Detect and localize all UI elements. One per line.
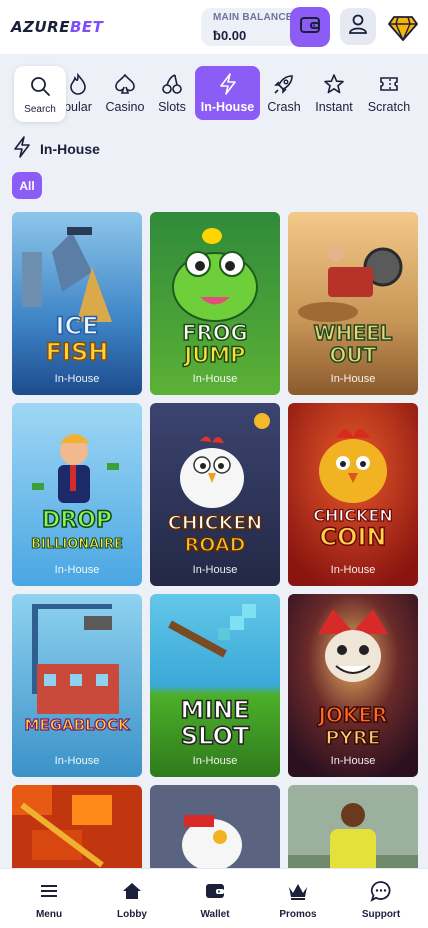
game-tag: In-House: [192, 564, 238, 576]
category-label: Scratch: [367, 100, 411, 114]
nav-wallet[interactable]: Wallet: [180, 879, 250, 920]
lightning-icon: [214, 70, 242, 98]
top-bar: AZUREBET MAIN BALANCE ƀ0.00: [0, 0, 428, 54]
nav-label: Lobby: [117, 909, 147, 920]
game-art-wheel-out: WHEEL OUT: [288, 212, 418, 395]
game-title-line2: ROAD: [185, 534, 246, 556]
category-label: Instant: [315, 100, 353, 114]
cherries-icon: [158, 70, 186, 98]
game-title-line2: OUT: [330, 343, 377, 367]
category-label: Casino: [105, 100, 145, 114]
vip-diamond-icon[interactable]: [387, 12, 419, 44]
game-title-line1: MINE: [180, 696, 249, 724]
game-art-drop-the-billionaire: DROP BILLIONAIRE: [12, 403, 142, 586]
nav-menu[interactable]: Menu: [14, 879, 84, 920]
flame-icon: [64, 70, 92, 98]
game-art-chicken-road: CHICKEN ROAD: [150, 403, 280, 586]
category-crash[interactable]: Crash: [264, 66, 304, 120]
game-tag: In-House: [54, 373, 100, 385]
search-button[interactable]: Search: [14, 66, 66, 122]
spade-icon: [111, 70, 139, 98]
nav-label: Support: [361, 909, 401, 920]
category-in-house[interactable]: In-House: [195, 66, 260, 120]
nav-promos[interactable]: Promos: [263, 879, 333, 920]
balance-value: ƀ0.00: [213, 28, 247, 43]
game-title-line1: JOKER: [316, 703, 387, 727]
game-title-line2: FISH: [46, 338, 109, 366]
star-icon: [320, 70, 348, 98]
brand-logo[interactable]: AZUREBET: [11, 18, 103, 36]
game-card-megablock[interactable]: MEGABLOCK In-House: [12, 594, 142, 777]
game-art-megablock: MEGABLOCK: [12, 594, 142, 777]
chat-icon: [369, 879, 393, 903]
game-tag: In-House: [192, 373, 238, 385]
bottom-navigation: Menu Lobby Wallet Promos Support: [0, 868, 428, 928]
game-title-line1: DROP: [42, 508, 112, 533]
category-label: Slots: [158, 100, 186, 114]
wallet-icon: [203, 879, 227, 903]
rocket-icon: [270, 70, 298, 98]
lightning-icon: [12, 135, 32, 163]
wallet-icon: [299, 15, 321, 40]
game-card-ice-fish[interactable]: ICE FISH In-House: [12, 212, 142, 395]
nav-support[interactable]: Support: [346, 879, 416, 920]
game-card-chicken-road[interactable]: CHICKEN ROAD In-House: [150, 403, 280, 586]
category-instant[interactable]: Instant: [312, 66, 356, 120]
game-tag: In-House: [54, 755, 100, 767]
game-art-ice-fish: ICE FISH: [12, 212, 142, 395]
category-casino[interactable]: Casino: [102, 66, 148, 120]
search-label: Search: [24, 104, 56, 115]
game-title-line2: BILLIONAIRE: [31, 537, 123, 552]
nav-label: Promos: [279, 909, 317, 920]
user-icon: [347, 13, 369, 40]
game-title-line1: WHEEL: [314, 321, 393, 345]
game-card-drop-the-billionaire[interactable]: DROP BILLIONAIRE In-House: [12, 403, 142, 586]
category-slots[interactable]: Slots: [152, 66, 192, 120]
wallet-button[interactable]: [290, 7, 330, 47]
filter-chip-all[interactable]: All: [12, 172, 42, 199]
category-label: In-House: [200, 100, 255, 114]
brand-logo-part1: AZURE: [11, 18, 70, 36]
game-art-frog-jump: FROG JUMP: [150, 212, 280, 395]
game-title-line2: PYRE: [325, 727, 380, 749]
game-title-line2: COIN: [319, 523, 386, 551]
game-title-line1: CHICKEN: [168, 512, 262, 534]
game-tag: In-House: [330, 564, 376, 576]
game-tag: In-House: [330, 755, 376, 767]
game-title-line1: ICE: [56, 312, 99, 340]
brand-logo-part2: BET: [69, 18, 104, 36]
game-art-mine-slot: MINE SLOT: [150, 594, 280, 777]
game-card-joker-pyre[interactable]: JOKER PYRE In-House: [288, 594, 418, 777]
category-label: Crash: [267, 100, 301, 114]
section-title: In-House: [40, 141, 100, 157]
home-icon: [120, 879, 144, 903]
game-card-wheel-out[interactable]: WHEEL OUT In-House: [288, 212, 418, 395]
profile-button[interactable]: [340, 8, 376, 45]
nav-label: Wallet: [200, 909, 230, 920]
game-art-joker-pyre: JOKER PYRE: [288, 594, 418, 777]
section-header: In-House: [12, 135, 100, 163]
crown-icon: [286, 879, 310, 903]
category-scratch[interactable]: Scratch: [366, 66, 412, 120]
game-card-mine-slot[interactable]: MINE SLOT In-House: [150, 594, 280, 777]
category-label: pular: [64, 100, 92, 114]
nav-label: Menu: [35, 909, 63, 920]
search-icon: [29, 75, 51, 102]
game-tag: In-House: [330, 373, 376, 385]
nav-lobby[interactable]: Lobby: [97, 879, 167, 920]
ticket-icon: [375, 70, 403, 98]
menu-icon: [37, 879, 61, 903]
game-card-chicken-coin[interactable]: CHICKEN COIN In-House: [288, 403, 418, 586]
game-title-line2: JUMP: [182, 343, 245, 367]
game-tag: In-House: [54, 564, 100, 576]
game-art-chicken-coin: CHICKEN COIN: [288, 403, 418, 586]
game-title-line2: SLOT: [181, 722, 250, 750]
balance-label: MAIN BALANCE: [213, 12, 293, 23]
game-tag: In-House: [192, 755, 238, 767]
game-title-line1: FROG: [182, 321, 248, 345]
game-title-line1: MEGABLOCK: [25, 716, 131, 734]
game-card-frog-jump[interactable]: FROG JUMP In-House: [150, 212, 280, 395]
